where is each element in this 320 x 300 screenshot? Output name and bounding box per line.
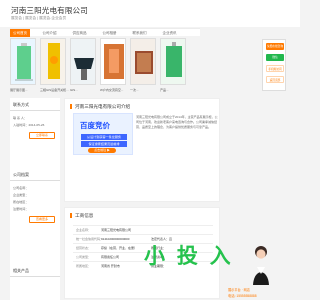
thumb-image (100, 38, 126, 85)
view-more-button[interactable]: 查看更多 (29, 216, 55, 223)
thumb-item[interactable]: 三相GIS设备开关柜... (40, 38, 69, 96)
reg-title: 工商信息 (70, 213, 94, 219)
field-label: 经营状态： (76, 246, 92, 250)
thumb-image (10, 38, 36, 85)
thumb-caption: 一次... (130, 88, 139, 92)
mobile-access-button[interactable]: 手机端访问 (266, 65, 284, 72)
field-label: 统一社会信用代码： (76, 237, 104, 241)
intro-text: 河南三阳光电有限公司成立于2014年，主营产品有展示柜，公司位于河南，欢迎新老客… (136, 115, 218, 129)
nav-item-home[interactable]: 公司首页 (10, 29, 30, 37)
nav-item-contact[interactable]: 联系我们 (127, 29, 152, 37)
thumb-image (40, 38, 66, 85)
wechat-button[interactable]: 微信 (266, 54, 284, 61)
back-to-top-button[interactable]: 返回顶部 (266, 76, 284, 83)
nav-item-about[interactable]: 公司介绍 (37, 29, 62, 37)
promo-title: 小 投 入 (144, 245, 234, 268)
related-products-box: 相关产品 (10, 264, 60, 300)
thumb-item[interactable]: 产品... (160, 38, 186, 96)
table-row: 企业名称： 河南三阳光电有限公司 (73, 225, 213, 233)
company-subtitle: 展览会 | 展览会 | 展览会-企业会员 (11, 16, 67, 20)
thumb-caption: GIS... (70, 88, 78, 92)
intro-title: 河南三阳光电有限公司介绍 (70, 104, 131, 110)
contact-box: 联系方式 联 系 人： 入驻时间：2014-05-26 立即联系 (10, 98, 60, 156)
product-thumbnails: 展厅展示图... 三相GIS设备开关柜... GIS... W户内交流真空...… (10, 38, 190, 96)
reg-title-text: 工商信息 (75, 213, 94, 218)
thumb-item[interactable]: W户内交流真空... (100, 38, 126, 96)
thumb-caption: 产品... (160, 88, 169, 92)
field-value: 有限责任公司 (101, 255, 120, 259)
baidu-ad-banner[interactable]: 百度竞价 从设计到获客一条龙服务 保证搜索结果页最前排 点击前往 ▶ (73, 113, 133, 155)
field-label: 所属地区： (76, 264, 92, 268)
joined-date: 入驻时间：2014-05-26 (13, 123, 45, 127)
ad-button[interactable]: 点击前往 ▶ (88, 148, 116, 153)
thumb-caption: W户内交流真空... (100, 88, 124, 92)
online-consult-button[interactable]: 免费在线咨询 (266, 43, 284, 50)
contact-title: 联系方式 (13, 102, 29, 107)
contact-person: 联 系 人： (13, 116, 28, 120)
thumb-image (130, 38, 156, 85)
title-accent (70, 104, 72, 109)
person-image (249, 244, 273, 286)
divider (10, 276, 60, 277)
nav-item-news[interactable]: 企业资讯 (157, 29, 182, 37)
contact-button[interactable]: 立即联系 (29, 132, 55, 139)
intro-card: 河南三阳光电有限公司介绍 百度竞价 从设计到获客一条龙服务 保证搜索结果页最前排… (64, 98, 220, 202)
company-name-label: 公司名称： (13, 186, 29, 190)
header: 河南三阳光电有限公司 展览会 | 展览会 | 展览会-企业会员 (0, 0, 300, 27)
ad-line-1: 从设计到获客一条龙服务 (81, 134, 127, 140)
thumb-image (160, 38, 186, 85)
thumb-caption: 展厅展示图... (10, 88, 28, 92)
promo-text: 展示平台 · 网店 (228, 288, 250, 292)
thumb-caption: 三相GIS设备开关柜... (40, 88, 69, 92)
related-products-title: 相关产品 (13, 268, 29, 273)
company-location-label: 所在地区： (13, 200, 29, 204)
field-value: 91410200000000000 (101, 237, 130, 241)
thumb-item[interactable]: GIS... (70, 38, 96, 96)
company-type-label: 企业类型： (13, 193, 29, 197)
register-time-label: 注册时间： (13, 207, 29, 211)
right-floating-tools: 免费在线咨询 微信 手机端访问 返回顶部 (262, 39, 286, 91)
ad-line-2: 保证搜索结果页最前排 (81, 141, 127, 147)
title-accent (70, 213, 72, 218)
top-nav: 公司首页 公司介绍 供应商品 公司相册 联系我们 企业资讯 (10, 28, 200, 37)
field-value: 河南省 开封市 (101, 264, 120, 268)
page: 河南三阳光电有限公司 展览会 | 展览会 | 展览会-企业会员 公司首页 公司介… (0, 0, 300, 300)
field-label: 公司类型： (76, 255, 92, 259)
intro-title-text: 河南三阳光电有限公司介绍 (75, 104, 131, 109)
promo-phone: 电话: 15555558888 (228, 294, 257, 298)
nav-item-products[interactable]: 供应商品 (67, 29, 92, 37)
company-title: 公司档案 (13, 172, 29, 177)
divider (10, 180, 60, 181)
field-value: 存续（在营、开业、在册） (101, 246, 138, 250)
ad-title: 百度竞价 (80, 121, 110, 130)
thumb-image (70, 38, 96, 85)
bottom-promo-overlay: 小 投 入 展示平台 · 网店 电话: 15555558888 (144, 238, 284, 300)
field-value: 河南三阳光电有限公司 (101, 228, 132, 232)
company-profile-box: 公司档案 公司名称： 企业类型： 所在地区： 注册时间： 查看更多 (10, 172, 60, 250)
field-label: 企业名称： (76, 228, 92, 232)
divider (10, 110, 60, 111)
thumb-item[interactable]: 展厅展示图... (10, 38, 36, 96)
thumb-item[interactable]: 一次... (130, 38, 156, 96)
company-name: 河南三阳光电有限公司 (11, 6, 88, 15)
nav-item-album[interactable]: 公司相册 (97, 29, 122, 37)
